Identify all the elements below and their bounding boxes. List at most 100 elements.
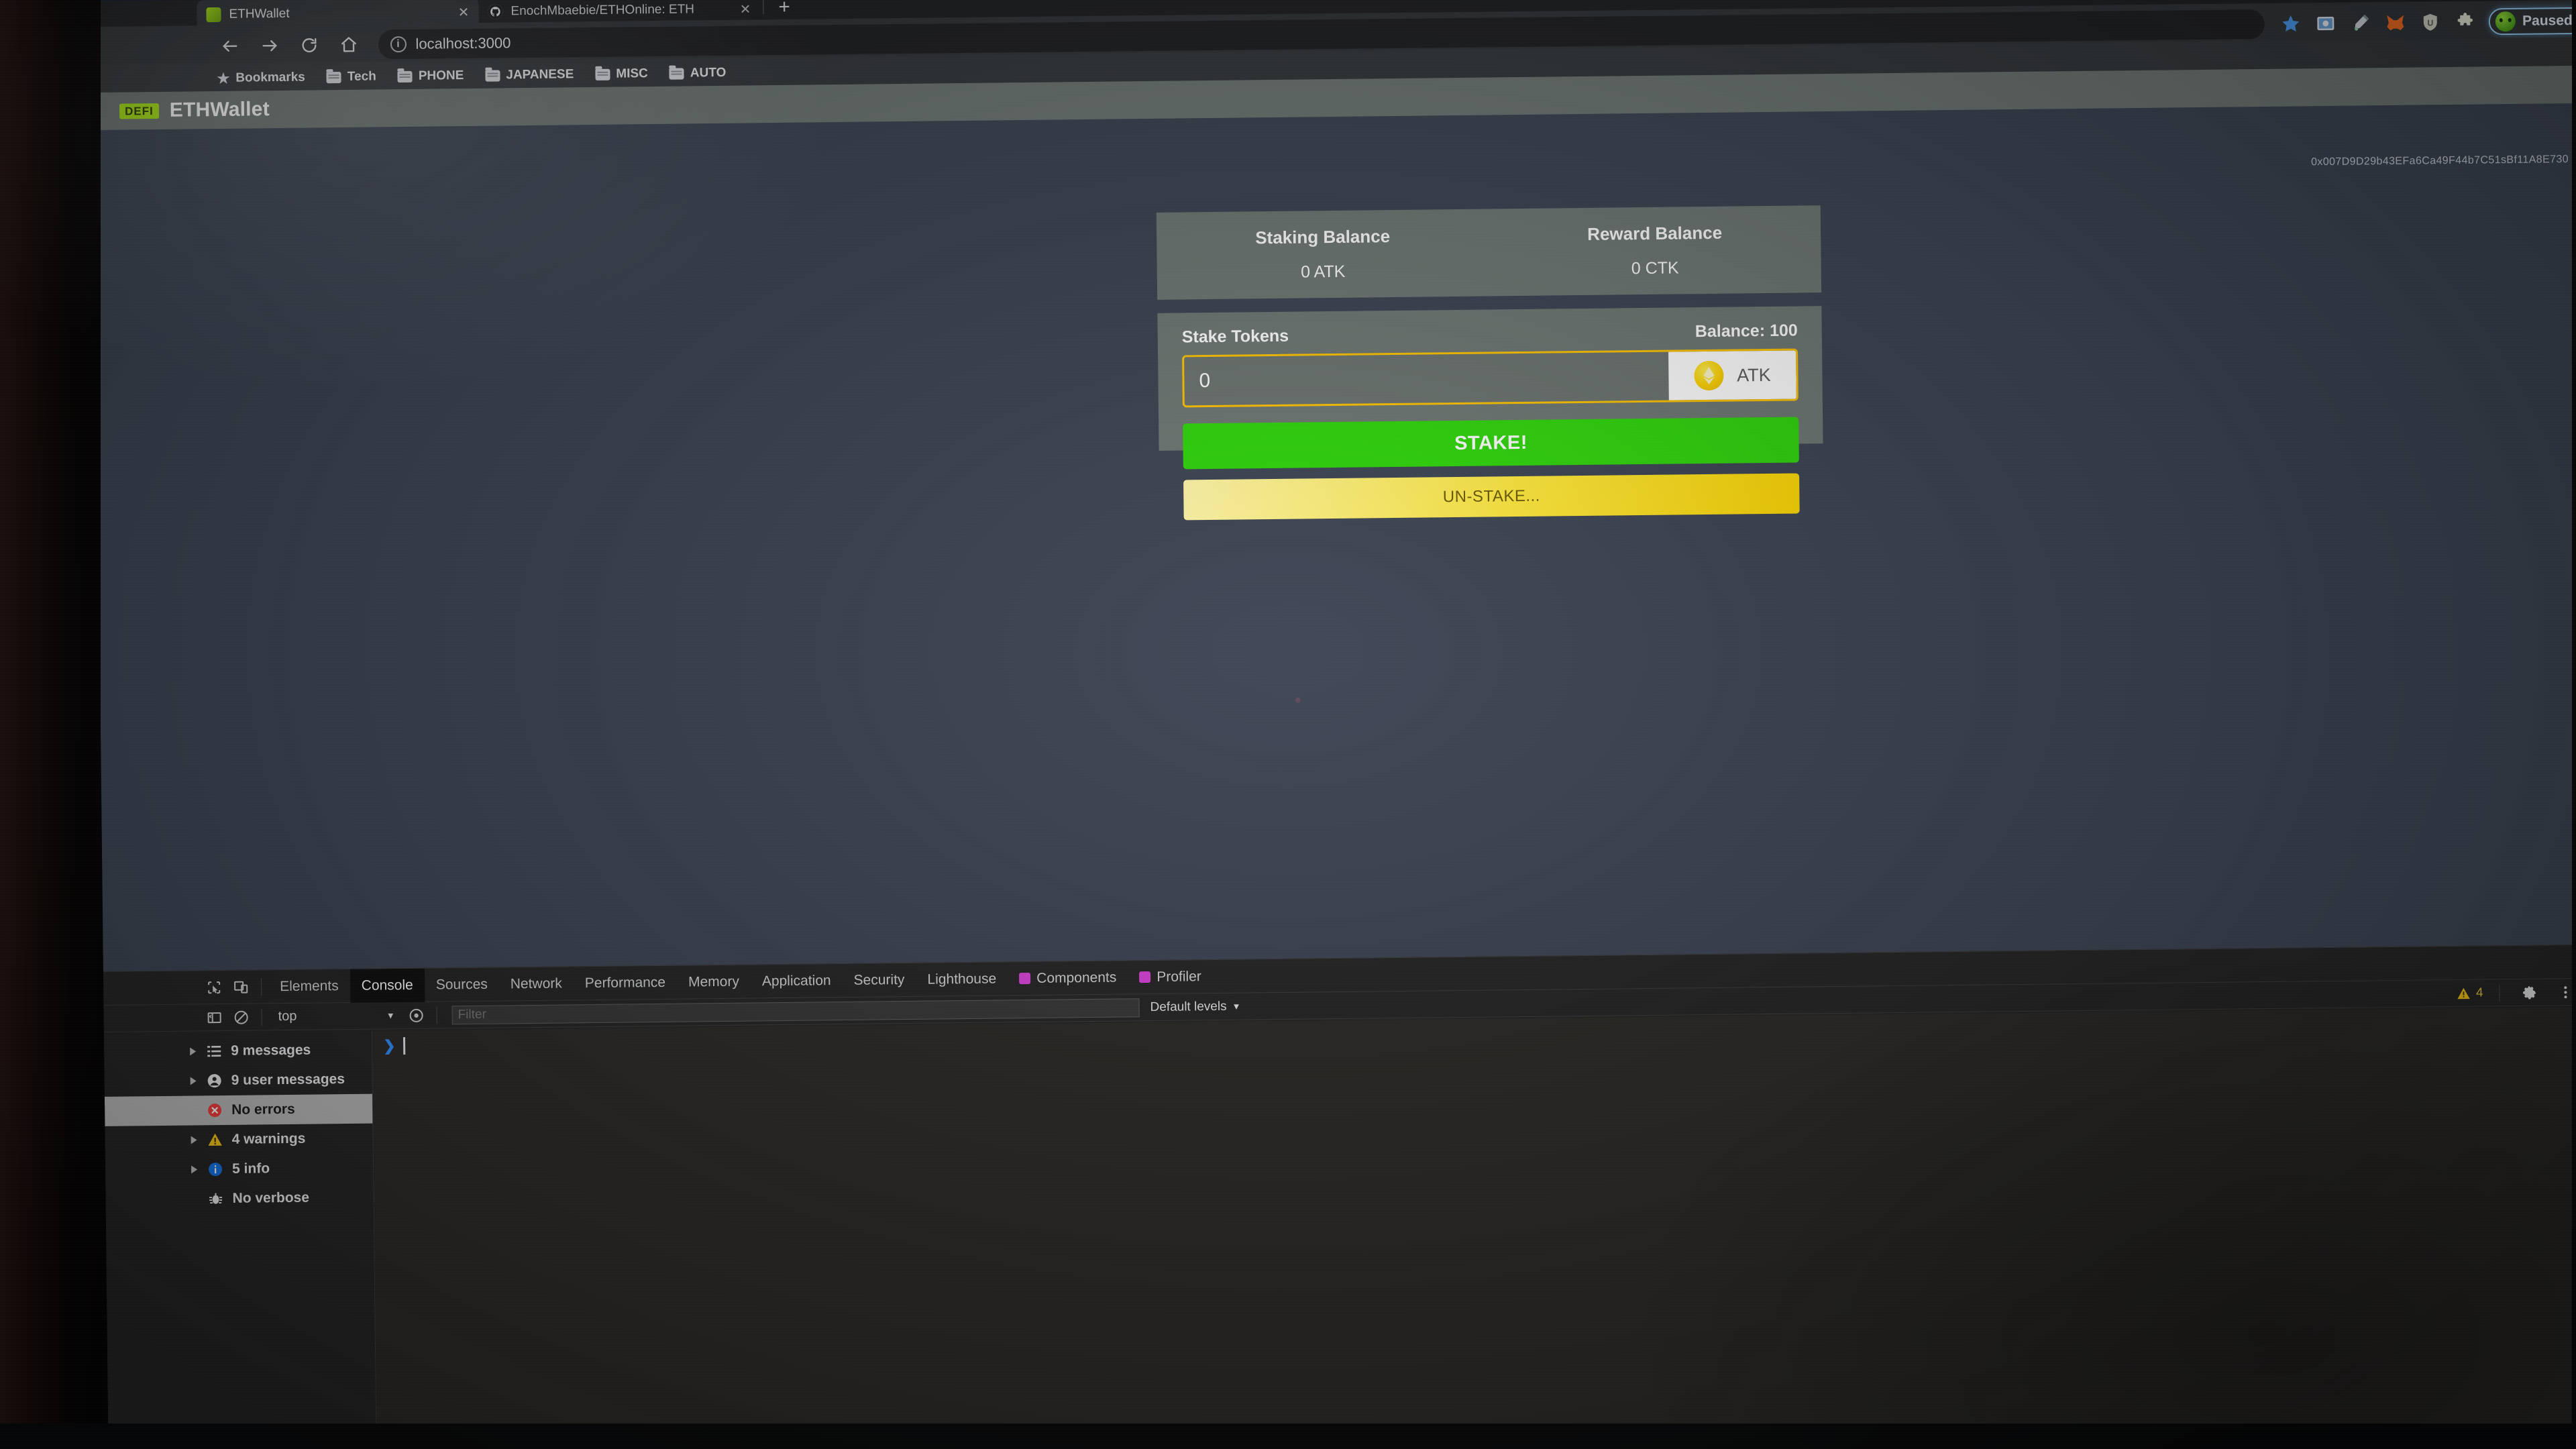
page-title: ETHWallet (169, 98, 270, 121)
tab-profiler[interactable]: Profiler (1128, 960, 1213, 994)
bookmark-item-bookmarks[interactable]: ★ Bookmarks (209, 66, 313, 90)
console-levels-value: Default levels (1150, 999, 1227, 1014)
staking-balance-label: Staking Balance (1255, 226, 1391, 248)
inspect-element-icon[interactable] (201, 973, 227, 1000)
close-icon[interactable]: ✕ (458, 3, 470, 20)
paused-label: Paused (2522, 13, 2573, 29)
tab-label: Application (761, 972, 831, 989)
chevron-right-icon[interactable] (190, 1077, 197, 1085)
tab-security[interactable]: Security (842, 963, 916, 997)
devtools-panel: Elements Console Sources Network Perform… (103, 944, 2576, 1449)
bookmark-folder-tech[interactable]: Tech (319, 66, 384, 87)
divider (261, 977, 262, 996)
reload-button[interactable] (289, 24, 329, 66)
clear-console-icon[interactable] (227, 1004, 254, 1030)
console-levels-select[interactable]: Default levels ▼ (1150, 999, 1240, 1014)
tab-label: Lighthouse (927, 971, 997, 987)
browser-tab-title: EnochMbaebie/ETHOnline: ETH (511, 2, 695, 19)
reward-balance-value: 0 CTK (1631, 258, 1679, 278)
status-badge-paused[interactable]: Paused (2488, 7, 2576, 36)
forward-button[interactable] (250, 25, 290, 67)
screenshot-extension-icon[interactable] (2314, 12, 2337, 35)
token-selector[interactable]: ATK (1668, 350, 1796, 400)
atk-coin-icon (1693, 360, 1724, 391)
metamask-extension-icon[interactable] (2384, 11, 2407, 34)
verbose-bug-icon (207, 1190, 224, 1208)
console-body: 9 messages 9 user messages No errors 4 w… (103, 1006, 2576, 1449)
monitor-bezel-left (0, 0, 101, 1449)
balances-card: Staking Balance 0 ATK Reward Balance 0 C… (1156, 205, 1822, 300)
address-bar-url: localhost:3000 (415, 34, 511, 52)
reward-balance: Reward Balance 0 CTK (1489, 205, 1821, 296)
bookmark-label: PHONE (418, 68, 464, 83)
chevron-down-icon: ▼ (1232, 1001, 1241, 1012)
bookmark-label: Bookmarks (235, 70, 305, 85)
sidebar-item-user-messages[interactable]: 9 user messages (104, 1065, 372, 1097)
tab-label: Performance (584, 974, 666, 991)
chevron-right-icon[interactable] (191, 1136, 197, 1144)
monitor-screen: 11:57:00 AM ETHWallet ✕ (93, 0, 2576, 1449)
staking-balance: Staking Balance 0 ATK (1157, 209, 1489, 300)
tab-memory[interactable]: Memory (677, 965, 751, 999)
tab-label: Sources (435, 976, 488, 993)
tab-performance[interactable]: Performance (574, 965, 678, 1000)
console-sidebar-icon[interactable] (201, 1004, 227, 1030)
new-tab-button[interactable]: + (766, 0, 801, 20)
console-toolbar-right: 4 (2457, 979, 2576, 1007)
folder-icon (397, 70, 413, 83)
console-output[interactable]: ❯ (372, 1006, 2576, 1449)
chevron-right-icon[interactable] (190, 1047, 197, 1056)
bookmark-star-icon[interactable] (2279, 12, 2302, 35)
tab-elements[interactable]: Elements (268, 969, 350, 1003)
sidebar-item-label: 4 warnings (231, 1130, 306, 1147)
screen-dust-speck (1295, 697, 1301, 703)
tab-sources[interactable]: Sources (424, 967, 499, 1002)
console-context-select[interactable]: top ▼ (269, 1008, 403, 1024)
bookmark-folder-japanese[interactable]: JAPANESE (477, 64, 582, 86)
back-button[interactable] (211, 25, 251, 67)
react-badge-icon (1019, 972, 1031, 985)
live-expression-icon[interactable] (402, 1002, 429, 1028)
tab-console[interactable]: Console (350, 968, 425, 1003)
ublock-extension-icon[interactable]: U (2419, 11, 2442, 34)
sidebar-item-warnings[interactable]: 4 warnings (105, 1124, 372, 1156)
wallet-address: 0x007D9D29b43EFa6Ca49F44b7C51sBf11A8E730 (2310, 154, 2569, 168)
wallet-balance-label: Balance: 100 (1695, 321, 1798, 341)
token-symbol: ATK (1737, 364, 1771, 386)
stake-amount-input[interactable] (1184, 352, 1669, 406)
sidebar-item-errors[interactable]: No errors (104, 1093, 373, 1126)
sidebar-item-verbose[interactable]: No verbose (105, 1183, 373, 1215)
sidebar-item-info[interactable]: 5 info (105, 1153, 373, 1185)
tab-components[interactable]: Components (1008, 961, 1128, 996)
tab-label: Components (1036, 969, 1117, 986)
pen-extension-icon[interactable] (2349, 11, 2372, 34)
tab-application[interactable]: Application (751, 963, 843, 998)
warning-count-badge[interactable]: 4 (2457, 986, 2483, 1001)
bookmark-folder-auto[interactable]: AUTO (661, 63, 735, 84)
device-toolbar-icon[interactable] (227, 973, 254, 1000)
chevron-right-icon[interactable] (191, 1165, 198, 1174)
sidebar-item-messages[interactable]: 9 messages (104, 1035, 372, 1067)
gear-icon[interactable] (2516, 979, 2542, 1006)
tab-lighthouse[interactable]: Lighthouse (916, 962, 1008, 996)
tab-label: Elements (280, 977, 339, 994)
ethwallet-favicon (206, 7, 221, 23)
tab-network[interactable]: Network (499, 967, 574, 1001)
reward-balance-label: Reward Balance (1587, 222, 1723, 244)
bookmark-folder-phone[interactable]: PHONE (390, 66, 472, 87)
stake-card: Stake Tokens Balance: 100 ATK STAKE! (1157, 306, 1823, 521)
site-info-icon[interactable]: i (390, 36, 407, 53)
divider (436, 1006, 437, 1024)
console-filter-input[interactable] (451, 998, 1140, 1024)
tab-label: Memory (688, 973, 739, 989)
home-button[interactable] (329, 24, 369, 66)
close-icon[interactable]: ✕ (740, 1, 751, 17)
console-sidebar: 9 messages 9 user messages No errors 4 w… (103, 1030, 377, 1449)
extensions-puzzle-icon[interactable] (2454, 11, 2477, 34)
user-messages-icon (206, 1072, 223, 1089)
bookmark-folder-misc[interactable]: MISC (587, 64, 656, 85)
unstake-button[interactable]: UN-STAKE... (1183, 473, 1800, 521)
monitor-bezel-right (2572, 0, 2576, 1449)
bookmark-label: AUTO (690, 65, 727, 80)
stake-button[interactable]: STAKE! (1183, 417, 1799, 470)
